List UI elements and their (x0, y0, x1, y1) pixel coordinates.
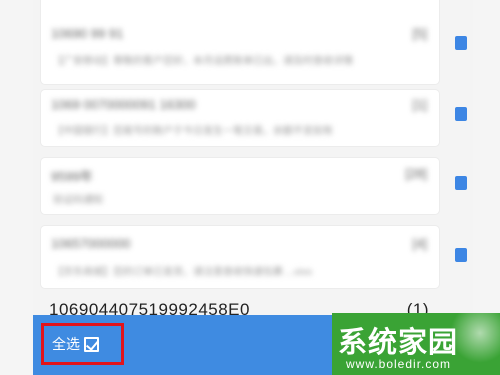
select-checkbox[interactable] (455, 248, 467, 262)
message-count: [4] (412, 236, 427, 251)
message-count: [28] (405, 166, 427, 181)
message-sender: 9599年 (51, 169, 93, 184)
message-count: [5] (412, 26, 427, 41)
message-snippet: 【广安移动】尊敬的客户您好，本月话费账单已出，请及时查收详情 (53, 56, 353, 67)
select-checkbox[interactable] (455, 107, 467, 121)
watermark-url: www.boledir.com (346, 357, 452, 371)
message-sender: 10657000000 (51, 236, 131, 251)
list-item[interactable]: 1069 0070000091 16300 [1] 【中国银行】您尾号的账户于今… (41, 90, 467, 146)
message-snippet: 【京东商城】您的订单已发货，请注意查收快递包裹 ...vivo (53, 267, 312, 278)
list-item[interactable]: 10690 99 91 [5] 【广安移动】尊敬的客户您好，本月话费账单已出，请… (41, 0, 467, 84)
select-all-button[interactable]: 全选 (41, 323, 124, 365)
bottom-action-bar: 全选 (33, 315, 333, 375)
site-watermark-logo: 系统家园 www.boledir.com (332, 313, 500, 375)
watermark-text: 系统家园 (338, 325, 459, 359)
select-checkbox[interactable] (455, 176, 467, 190)
select-checkbox[interactable] (455, 36, 467, 50)
list-item[interactable]: 10657000000 [4] 【京东商城】您的订单已发货，请注意查收快递包裹 … (41, 226, 467, 288)
list-item[interactable]: 9599年 [28] 验证码通知 (41, 158, 467, 214)
message-snippet: 【中国银行】您尾号的账户于今日发生一笔交易，余额不变如有 (53, 126, 333, 137)
message-count: [1] (412, 97, 427, 112)
message-sender: 10690 99 91 (51, 26, 124, 41)
select-all-label: 全选 (52, 336, 80, 352)
message-sender: 1069 0070000091 16300 (51, 97, 196, 112)
message-snippet: 验证码通知 (53, 195, 103, 206)
checkbox-checked-icon (84, 336, 99, 352)
